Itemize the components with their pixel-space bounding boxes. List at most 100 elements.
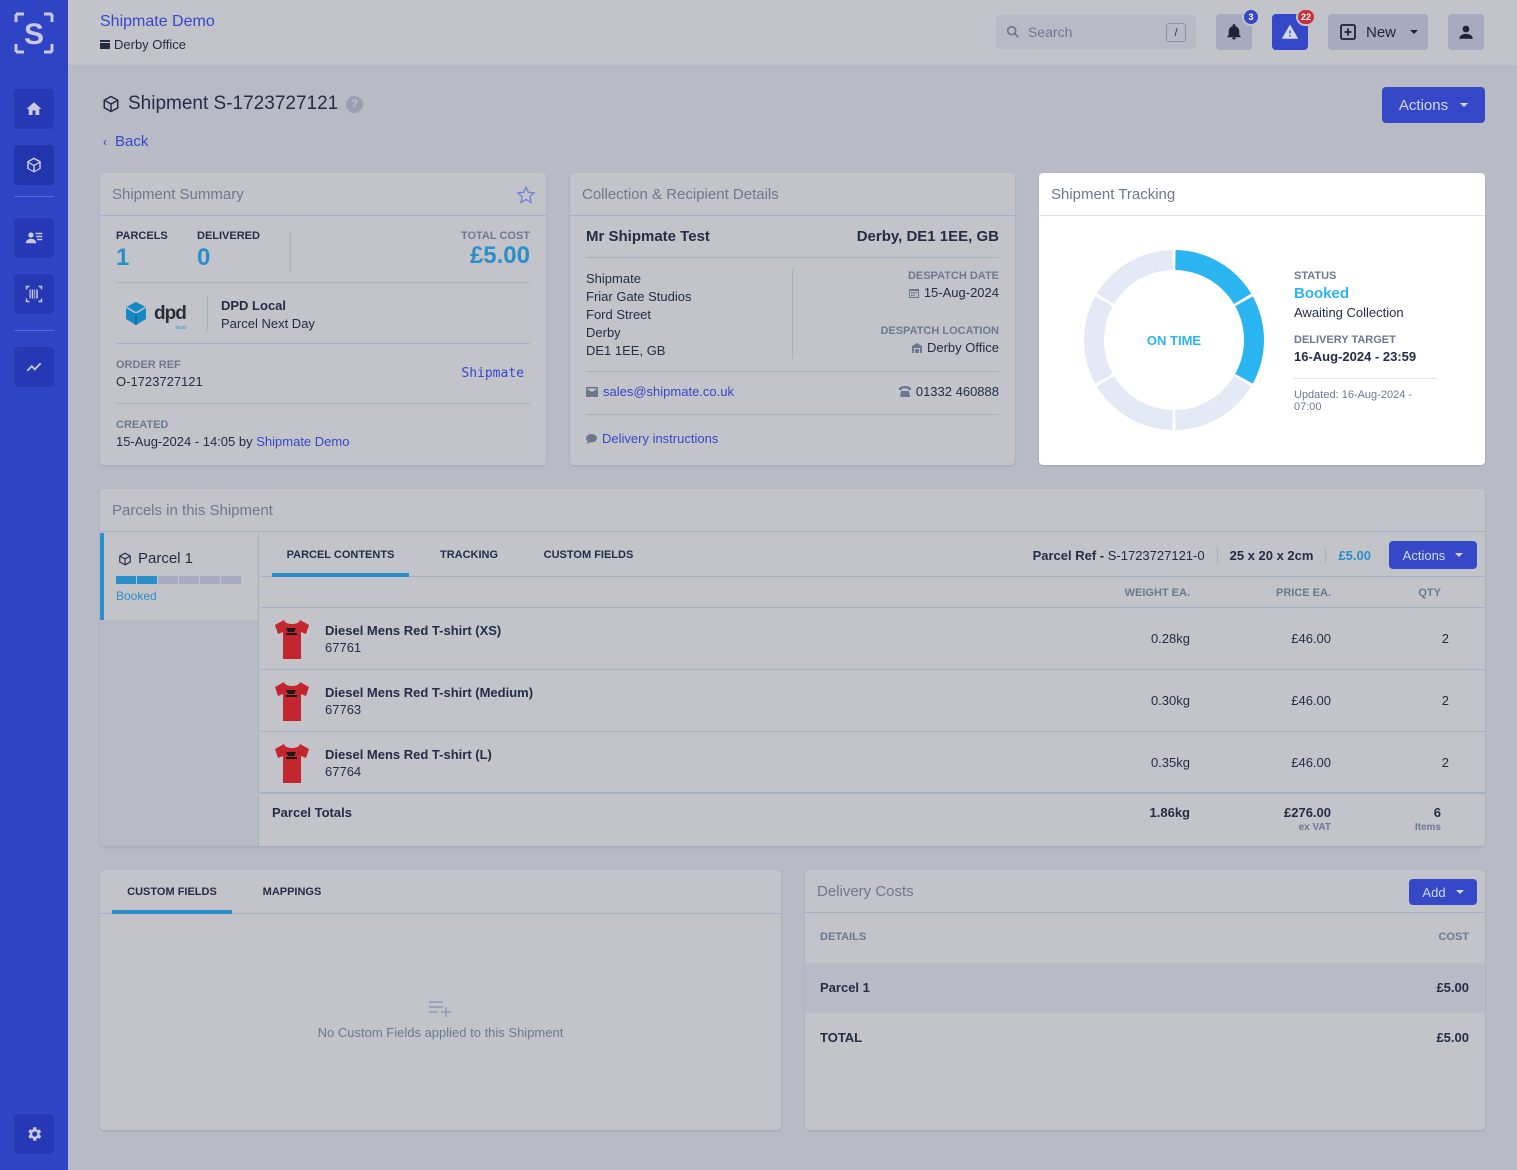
totals-label: Parcel Totals	[272, 805, 352, 820]
item-qty: 2	[1441, 755, 1449, 770]
phone-icon	[898, 386, 911, 397]
progress-segment-done	[1175, 250, 1252, 304]
divider	[1216, 547, 1218, 563]
parcels-card: Parcels in this Shipment Parcel 1 Booked…	[100, 489, 1485, 846]
parcel-ref-value: S-1723727121-0	[1107, 547, 1205, 563]
mail-icon	[586, 386, 598, 397]
notifications-button[interactable]: 3	[1216, 8, 1260, 50]
user-menu-button[interactable]	[1448, 14, 1484, 50]
playlist-add-icon	[428, 1001, 451, 1017]
star-icon[interactable]	[516, 185, 536, 205]
parcel-ref: Parcel Ref - S-1723727121-0	[1033, 548, 1205, 563]
cost-value: £5.00	[1436, 980, 1469, 995]
table-row: Parcel 1 £5.00	[805, 963, 1485, 1013]
item-name: Diesel Mens Red T-shirt (XS)	[325, 623, 502, 638]
total-label: TOTAL	[820, 1030, 863, 1045]
box-icon	[27, 157, 41, 173]
table-row[interactable]: Diesel Mens Red T-shirt (XS) 67761 0.28k…	[260, 608, 1485, 670]
total-price-value: £276.00	[1284, 805, 1331, 820]
svg-text:S: S	[24, 18, 44, 51]
parcel-ref-label: Parcel Ref -	[1032, 547, 1105, 563]
sidebar-item-home[interactable]	[14, 89, 54, 129]
shipment-actions-button[interactable]: Actions	[1382, 87, 1485, 123]
notifications-count-badge: 3	[1242, 8, 1260, 26]
add-box-icon	[1340, 24, 1356, 40]
delivery-instructions-link[interactable]: Delivery instructions	[602, 431, 718, 446]
parcel-actions-label: Actions	[1402, 547, 1446, 563]
sidebar-item-scan[interactable]	[14, 274, 54, 314]
office-selector[interactable]: Derby Office	[100, 37, 186, 52]
status-label: STATUS	[1294, 270, 1337, 282]
sidebar-item-settings[interactable]	[14, 1114, 54, 1154]
search-input[interactable]	[1028, 24, 1168, 40]
delivery-instructions[interactable]: Delivery instructions	[586, 431, 718, 446]
box-icon	[103, 95, 119, 113]
divider	[586, 414, 999, 415]
empty-state: No Custom Fields applied to this Shipmen…	[100, 1000, 781, 1040]
status-detail: Awaiting Collection	[1294, 305, 1404, 320]
tab-custom-fields[interactable]: CUSTOM FIELDS	[112, 870, 232, 914]
column-cost: COST	[1438, 931, 1469, 943]
total-qty-note: Items	[1414, 822, 1441, 833]
divider	[207, 295, 208, 331]
add-cost-button[interactable]: Add	[1409, 879, 1477, 905]
chat-bubble-icon	[586, 433, 597, 444]
table-row[interactable]: Diesel Mens Red T-shirt (L) 67764 0.35kg…	[260, 732, 1485, 794]
parcel-status: Booked	[116, 589, 157, 603]
source-logo: Shipmate	[461, 366, 524, 381]
tab-custom-fields[interactable]: CUSTOM FIELDS	[530, 533, 647, 576]
bell-icon	[1227, 24, 1241, 40]
created-by-link[interactable]: Shipmate Demo	[256, 434, 349, 449]
status-value: Booked	[1294, 285, 1350, 302]
parcel-list-item[interactable]: Parcel 1 Booked	[100, 533, 258, 620]
email-link[interactable]: sales@shipmate.co.uk	[603, 384, 734, 399]
item-name: Diesel Mens Red T-shirt (Medium)	[325, 685, 534, 700]
sidebar-item-analytics[interactable]	[14, 347, 54, 387]
shipmate-logo[interactable]: S	[14, 12, 54, 54]
tab-tracking[interactable]: TRACKING	[426, 533, 512, 576]
sidebar-divider	[14, 196, 54, 197]
delivered-label: DELIVERED	[197, 230, 260, 242]
divider	[116, 282, 530, 283]
new-button[interactable]: New	[1328, 14, 1428, 50]
order-ref-value: O-1723727121	[116, 374, 203, 389]
table-row[interactable]: Diesel Mens Red T-shirt (Medium) 67763 0…	[260, 670, 1485, 732]
alerts-button[interactable]: 22	[1272, 8, 1316, 50]
chevron-down-icon	[1460, 103, 1469, 107]
recipient-phone: 01332 460888	[898, 384, 999, 399]
total-price-note: ex VAT	[1298, 822, 1331, 833]
shipment-summary-card: Shipment Summary PARCELS 1 DELIVERED 0 T…	[100, 173, 546, 465]
parcel-list: Parcel 1 Booked	[100, 533, 259, 846]
parcel-actions-button[interactable]: Actions	[1389, 541, 1477, 569]
gear-icon	[28, 1127, 42, 1141]
progress-step-pending	[158, 576, 178, 584]
recipient-email: sales@shipmate.co.uk	[586, 384, 734, 399]
sidebar-item-shipments[interactable]	[14, 145, 54, 185]
phone-value: 01332 460888	[915, 384, 999, 399]
progress-step-done	[137, 576, 157, 584]
sidebar-item-contacts[interactable]	[14, 218, 54, 258]
total-cost-value: £5.00	[469, 242, 530, 269]
product-image	[275, 620, 309, 659]
tab-mappings[interactable]: MAPPINGS	[250, 870, 334, 913]
top-bar: Shipmate Demo Derby Office / 3 22 New	[68, 0, 1517, 65]
despatch-date: DESPATCH DATE 15-Aug-2024	[908, 270, 999, 300]
cost-details: Parcel 1	[820, 980, 870, 995]
delivery-costs-card: Delivery Costs Add DETAILS COST Parcel 1…	[805, 870, 1485, 1130]
custom-fields-tabs: CUSTOM FIELDS MAPPINGS	[100, 870, 781, 914]
total-value: £5.00	[1436, 1030, 1469, 1045]
search-box[interactable]: /	[996, 15, 1196, 49]
user-icon	[1459, 25, 1473, 39]
total-weight: 1.86kg	[1150, 805, 1190, 820]
back-link[interactable]: ‹ Back	[103, 133, 148, 150]
order-ref-label: ORDER REF	[116, 359, 181, 371]
total-cost-stat: TOTAL COST £5.00	[461, 230, 530, 270]
alerts-count-badge: 22	[1295, 8, 1316, 26]
parcel-dimensions: 25 x 20 x 2cm	[1229, 547, 1314, 563]
item-price: £46.00	[1291, 755, 1331, 770]
shipment-tracking-card: Shipment Tracking ON TIME STATUS Booked …	[1039, 173, 1485, 465]
tab-parcel-contents[interactable]: PARCEL CONTENTS	[272, 533, 409, 577]
help-icon[interactable]: ?	[346, 95, 364, 113]
address-line: Ford Street	[586, 307, 652, 322]
company-name[interactable]: Shipmate Demo	[100, 13, 215, 31]
